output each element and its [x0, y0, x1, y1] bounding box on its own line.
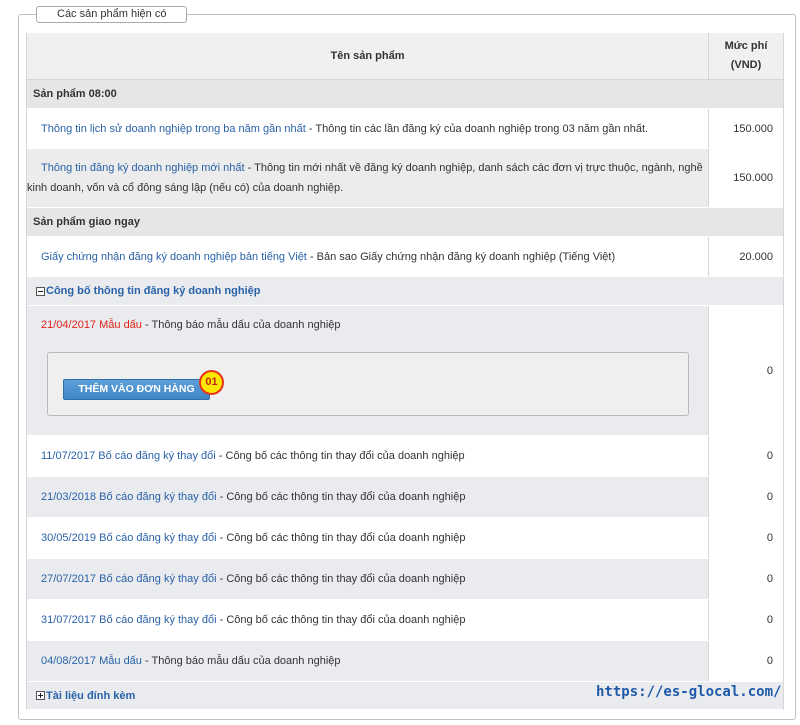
announcement-link[interactable]: 04/08/2017 Mẫu dấu	[41, 655, 142, 667]
product-link[interactable]: Giấy chứng nhận đăng ký doanh nghiệp bản…	[41, 251, 307, 263]
announcement-link[interactable]: 11/07/2017 Bố cáo đăng ký thay đổi	[41, 450, 216, 462]
row-name: 21/03/2018 Bố cáo đăng ký thay đổi - Côn…	[27, 477, 708, 517]
step-badge: 01	[199, 370, 224, 395]
group-title: Sản phẩm giao ngay	[33, 216, 140, 228]
watermark-url: https://es-glocal.com/	[596, 684, 782, 700]
product-price: 150.000	[708, 109, 783, 148]
minus-box-icon[interactable]	[36, 286, 45, 296]
row-name: 21/04/2017 Mẫu dấu - Thông báo mẫu dấu c…	[27, 306, 708, 435]
announcement-desc: - Thông báo mẫu dấu của doanh nghiệp	[144, 319, 341, 331]
table-row: Giấy chứng nhận đăng ký doanh nghiệp bản…	[27, 237, 783, 277]
product-price: 150.000	[708, 149, 783, 207]
table-row: 04/08/2017 Mẫu dấu - Thông báo mẫu dấu c…	[27, 641, 783, 682]
table-row: Thông tin lịch sử doanh nghiệp trong ba …	[27, 109, 783, 149]
table-header: Tên sản phẩm Mức phí (VND)	[27, 33, 783, 80]
group-header: Sản phẩm 08:00	[27, 80, 783, 109]
announcement-desc: - Công bố các thông tin thay đổi của doa…	[219, 573, 466, 585]
announcement-link[interactable]: 27/07/2017 Bố cáo đăng ký thay đổi	[41, 573, 217, 585]
price-header-line1: Mức phí	[724, 40, 768, 52]
announcement-link-selected[interactable]: 21/04/2017 Mẫu dấu	[41, 319, 142, 331]
table-row: 30/05/2019 Bố cáo đăng ký thay đổi - Côn…	[27, 518, 783, 559]
table-row: 11/07/2017 Bố cáo đăng ký thay đổi - Côn…	[27, 436, 783, 477]
table-row: 21/03/2018 Bố cáo đăng ký thay đổi - Côn…	[27, 477, 783, 518]
plus-box-icon[interactable]	[36, 691, 45, 700]
announcement-price: 0	[708, 559, 783, 599]
column-header-name: Tên sản phẩm	[330, 50, 405, 62]
announcement-price: 0	[708, 641, 783, 681]
products-table: Tên sản phẩm Mức phí (VND) Sản phẩm 08:0…	[26, 33, 784, 710]
product-desc: - Thông tin các lần đăng ký của doanh ng…	[308, 122, 649, 135]
product-link[interactable]: Thông tin đăng ký doanh nghiệp mới nhất	[41, 162, 245, 174]
product-link[interactable]: Thông tin lịch sử doanh nghiệp trong ba …	[41, 123, 306, 135]
announcement-desc: - Công bố các thông tin thay đổi của doa…	[218, 450, 465, 462]
attachments-title[interactable]: Tài liệu đính kèm	[46, 686, 135, 706]
announcement-desc: - Công bố các thông tin thay đổi của doa…	[219, 532, 466, 544]
selected-announcement-row: 21/04/2017 Mẫu dấu - Thông báo mẫu dấu c…	[27, 306, 783, 436]
product-desc: - Thông tin mới nhất về đăng ký doanh ng…	[247, 162, 703, 174]
announcement-desc: - Thông báo mẫu dấu của doanh nghiệp	[144, 655, 341, 667]
announcement-price: 0	[708, 436, 783, 476]
table-row: 27/07/2017 Bố cáo đăng ký thay đổi - Côn…	[27, 559, 783, 600]
product-price: 20.000	[708, 237, 783, 276]
table-row: Thông tin đăng ký doanh nghiệp mới nhất …	[27, 149, 783, 208]
announcements-title[interactable]: Công bố thông tin đăng ký doanh nghiệp	[46, 281, 260, 301]
row-name: 11/07/2017 Bố cáo đăng ký thay đổi - Côn…	[27, 436, 708, 476]
row-name: 30/05/2019 Bố cáo đăng ký thay đổi - Côn…	[27, 518, 708, 558]
announcement-price: 0	[708, 600, 783, 640]
product-desc-line2: kinh doanh, vốn và cổ đông sáng lập (nếu…	[27, 182, 344, 194]
group-header: Sản phẩm giao ngay	[27, 208, 783, 237]
row-name: 27/07/2017 Bố cáo đăng ký thay đổi - Côn…	[27, 559, 708, 599]
price-header-line2: (VND)	[730, 59, 762, 71]
row-name: 04/08/2017 Mẫu dấu - Thông báo mẫu dấu c…	[27, 641, 708, 681]
announcement-link[interactable]: 30/05/2019 Bố cáo đăng ký thay đổi	[41, 532, 217, 544]
announcement-desc: - Công bố các thông tin thay đổi của doa…	[219, 614, 466, 626]
column-header-price: Mức phí (VND)	[708, 33, 783, 79]
announcement-price: 0	[708, 518, 783, 558]
group-title: Sản phẩm 08:00	[33, 88, 117, 100]
announcement-desc: - Công bố các thông tin thay đổi của doa…	[219, 491, 466, 503]
announcement-link[interactable]: 31/07/2017 Bố cáo đăng ký thay đổi	[41, 614, 217, 626]
table-row: 31/07/2017 Bố cáo đăng ký thay đổi - Côn…	[27, 600, 783, 641]
add-to-order-button[interactable]: THÊM VÀO ĐƠN HÀNG	[63, 379, 210, 400]
row-name: 31/07/2017 Bố cáo đăng ký thay đổi - Côn…	[27, 600, 708, 640]
product-desc: - Bản sao Giấy chứng nhận đăng ký doanh …	[309, 250, 616, 263]
announcements-toggle[interactable]: Công bố thông tin đăng ký doanh nghiệp	[27, 277, 783, 306]
panel-legend: Các sản phẩm hiện có	[36, 6, 188, 23]
row-name: Thông tin đăng ký doanh nghiệp mới nhất …	[27, 149, 708, 207]
announcement-price: 0	[708, 477, 783, 517]
row-name: Giấy chứng nhận đăng ký doanh nghiệp bản…	[27, 237, 708, 276]
announcement-price: 0	[708, 306, 783, 435]
row-name: Thông tin lịch sử doanh nghiệp trong ba …	[27, 109, 708, 148]
add-to-order-panel: THÊM VÀO ĐƠN HÀNG 01	[47, 352, 689, 416]
announcement-link[interactable]: 21/03/2018 Bố cáo đăng ký thay đổi	[41, 491, 217, 503]
tree-label: Công bố thông tin đăng ký doanh nghiệp	[27, 277, 783, 305]
